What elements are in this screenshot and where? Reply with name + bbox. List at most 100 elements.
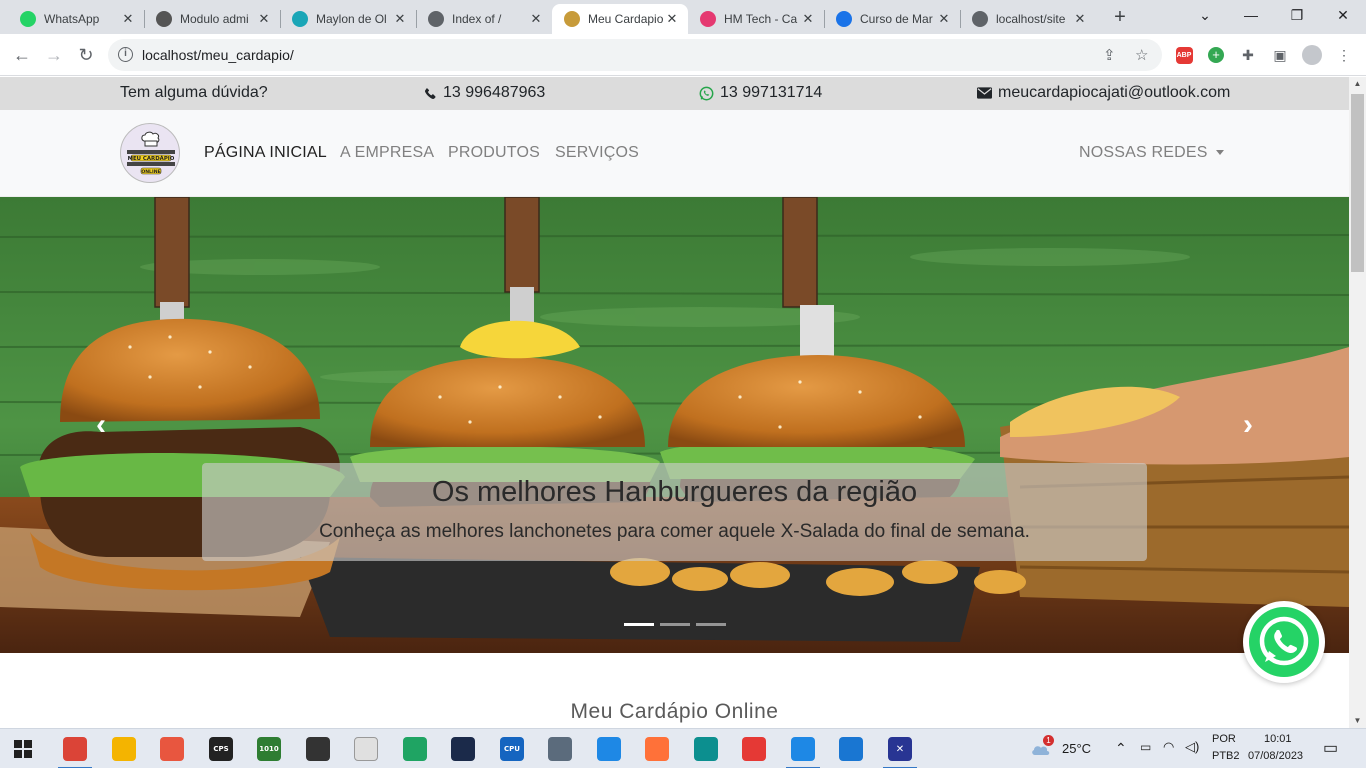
browser-tab[interactable]: Index of / ✕ (416, 4, 552, 34)
notepad-icon (354, 737, 378, 761)
close-tab-icon[interactable]: ✕ (936, 11, 952, 27)
taskbar-app[interactable] (683, 729, 729, 768)
language-secondary[interactable]: PTB2 (1212, 750, 1240, 762)
scroll-up-icon[interactable]: ▲ (1349, 77, 1366, 91)
carousel-indicator[interactable] (696, 623, 726, 626)
browser-tab[interactable]: Modulo admi ✕ (144, 4, 280, 34)
browser-tab[interactable]: localhost/site ✕ (960, 4, 1096, 34)
hero-carousel: ‹ › Os melhores Hanburgueres da região C… (0, 197, 1349, 653)
clock-date[interactable]: 07/08/2023 (1248, 750, 1303, 762)
wifi-icon[interactable]: ◠ (1163, 739, 1174, 755)
notification-icon[interactable]: ▭ (1323, 738, 1338, 758)
close-tab-icon[interactable]: ✕ (120, 11, 136, 27)
profile-avatar-icon[interactable] (1302, 45, 1322, 65)
site-info-icon[interactable]: i (118, 47, 133, 62)
taskbar-app[interactable]: CPU (489, 729, 535, 768)
browser-tab[interactable]: Curso de Mar ✕ (824, 4, 960, 34)
tray-chevron-up-icon[interactable]: ⌃ (1115, 740, 1127, 757)
browser-tab[interactable]: Meu Cardapio ✕ (552, 4, 688, 34)
taskbar-app[interactable] (392, 729, 438, 768)
carousel-indicator[interactable] (660, 623, 690, 626)
taskbar-app[interactable] (52, 729, 98, 768)
carousel-indicator[interactable] (624, 623, 654, 626)
curso-icon (836, 11, 852, 27)
maximize-button[interactable]: ❐ (1274, 0, 1320, 30)
extensions-puzzle-icon[interactable]: ✚ (1238, 45, 1258, 65)
browser-tab[interactable]: Maylon de Ol ✕ (280, 4, 416, 34)
browser-toolbar: ← → ↻ i localhost/meu_cardapio/ ⇪ ☆ ABP … (0, 34, 1366, 76)
back-button[interactable]: ← (10, 43, 34, 67)
taskbar-app[interactable] (731, 729, 777, 768)
whatsapp-contact[interactable]: 13 997131714 (699, 84, 822, 102)
nav-products-link[interactable]: PRODUTOS (448, 144, 540, 162)
scroll-down-icon[interactable]: ▼ (1349, 714, 1366, 728)
logo-text-sub: ONLINE (141, 169, 160, 175)
language-primary[interactable]: POR (1212, 733, 1236, 745)
scrollbar-thumb[interactable] (1351, 94, 1364, 272)
taskbar-app[interactable] (149, 729, 195, 768)
carousel-caption-title: Os melhores Hanburgueres da região (431, 476, 918, 508)
taskbar-app[interactable] (295, 729, 341, 768)
browser-tab-strip: WhatsApp ✕ Modulo admi ✕ Maylon de Ol ✕ Index … (0, 0, 1366, 34)
nav-company-link[interactable]: A EMPRESA (340, 144, 434, 162)
bookmark-star-icon[interactable]: ☆ (1135, 46, 1148, 64)
taskbar-app[interactable] (343, 729, 389, 768)
whatsapp-float-button[interactable] (1243, 601, 1325, 683)
share-icon[interactable]: ⇪ (1103, 46, 1116, 64)
speaker-icon[interactable]: ◁) (1185, 739, 1199, 755)
clock-time[interactable]: 10:01 (1264, 733, 1292, 745)
hmtech-icon (700, 11, 716, 27)
usb-icon (306, 737, 330, 761)
taskbar-app[interactable]: 1010 (246, 729, 292, 768)
cpu-icon: CPU (500, 737, 524, 761)
nav-home-link[interactable]: PÁGINA INICIAL (204, 144, 327, 162)
page-scrollbar[interactable]: ▲ ▼ (1349, 77, 1366, 728)
taskbar-app[interactable] (780, 729, 826, 768)
close-tab-icon[interactable]: ✕ (392, 11, 408, 27)
taskbar-app[interactable] (440, 729, 486, 768)
taskbar-app[interactable] (537, 729, 583, 768)
close-tab-icon[interactable]: ✕ (256, 11, 272, 27)
taskbar-app[interactable] (101, 729, 147, 768)
binary-icon: 1010 (257, 737, 281, 761)
globe-icon (972, 11, 988, 27)
maylon-icon (292, 11, 308, 27)
tab-search-chevron-icon[interactable]: ⌄ (1182, 0, 1228, 30)
green-extension-icon[interactable]: + (1208, 47, 1224, 63)
kite-icon (742, 737, 766, 761)
start-button[interactable] (0, 729, 46, 768)
taskbar-app[interactable] (828, 729, 874, 768)
browser-tab[interactable]: WhatsApp ✕ (8, 4, 144, 34)
address-bar[interactable]: i localhost/meu_cardapio/ ⇪ ☆ (108, 39, 1162, 71)
close-tab-icon[interactable]: ✕ (1072, 11, 1088, 27)
close-tab-icon[interactable]: ✕ (800, 11, 816, 27)
nav-services-link[interactable]: SERVIÇOS (555, 144, 639, 162)
side-panel-icon[interactable]: ▣ (1270, 45, 1290, 65)
browser-tab[interactable]: HM Tech - Ca ✕ (688, 4, 824, 34)
browser-tab-title: localhost/site (996, 12, 1066, 26)
close-tab-icon[interactable]: ✕ (528, 11, 544, 27)
minimize-button[interactable]: — (1228, 0, 1274, 30)
nav-social-dropdown[interactable]: NOSSAS REDES (1079, 144, 1224, 162)
carousel-next-button[interactable]: › (1233, 407, 1263, 443)
battery-icon[interactable]: ▭ (1140, 740, 1151, 754)
weather-widget[interactable]: 1 (1030, 735, 1054, 759)
taskbar-app[interactable]: CPS (198, 729, 244, 768)
close-window-button[interactable]: ✕ (1320, 0, 1366, 30)
forward-button[interactable]: → (42, 43, 66, 67)
chrome-menu-icon[interactable]: ⋮ (1334, 45, 1354, 65)
taskbar-app[interactable] (586, 729, 632, 768)
weather-badge: 1 (1043, 735, 1054, 746)
firefox-icon (645, 737, 669, 761)
reload-button[interactable]: ↻ (74, 43, 98, 67)
adblock-icon[interactable]: ABP (1175, 46, 1193, 64)
taskbar-app[interactable] (634, 729, 680, 768)
site-logo[interactable]: MEU CARDÁPIO ONLINE (120, 123, 180, 183)
phone-contact[interactable]: 13 996487963 (424, 84, 545, 102)
weather-temp[interactable]: 25°C (1062, 741, 1091, 756)
close-tab-icon[interactable]: ✕ (664, 11, 680, 27)
carousel-prev-button[interactable]: ‹ (86, 407, 116, 443)
new-tab-button[interactable]: + (1110, 6, 1130, 28)
email-contact[interactable]: meucardapiocajati@outlook.com (977, 84, 1230, 102)
taskbar-app[interactable]: ✕ (877, 729, 923, 768)
